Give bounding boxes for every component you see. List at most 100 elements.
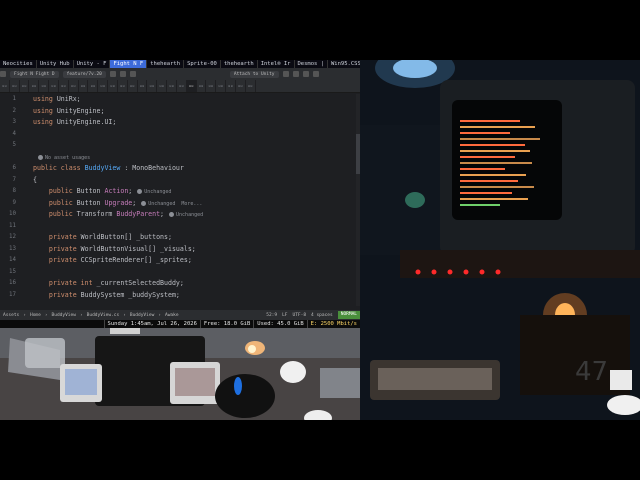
- code-line[interactable]: 12 private WorldButton[] _buttons;: [0, 232, 355, 244]
- breadcrumb-separator-icon: ›: [123, 312, 126, 318]
- file-tab[interactable]: ▫▫: [186, 80, 197, 92]
- window-tab[interactable]: Sprite-00: [184, 60, 221, 68]
- code-token: private: [33, 244, 81, 253]
- code-line[interactable]: 16 private int _currentSelectedBuddy;: [0, 278, 355, 290]
- file-tab[interactable]: ▫▫: [88, 80, 99, 92]
- window-tab[interactable]: Unity - F: [74, 60, 111, 68]
- file-tab[interactable]: ▫▫: [226, 80, 236, 92]
- file-tab[interactable]: ▫▫: [157, 80, 168, 92]
- project-selector[interactable]: Fight N Fight D: [10, 70, 59, 78]
- code-line[interactable]: 3 using UnityEngine.UI;: [0, 117, 355, 129]
- code-text: private WorldButton[] _buttons;: [33, 232, 172, 244]
- code-token: public class: [33, 164, 85, 172]
- window-tab[interactable]: Fight N F: [110, 60, 148, 68]
- window-tab[interactable]: Unity Hub: [37, 60, 74, 68]
- inlay-hint[interactable]: No asset usages: [45, 155, 90, 161]
- file-tab[interactable]: ▫▫: [49, 80, 59, 92]
- code-line[interactable]: 9 public Button Upgrade; Unchanged More..…: [0, 198, 355, 210]
- room-camera-feed: 47: [360, 60, 640, 420]
- window-tab[interactable]: Win95.CSS: [328, 60, 360, 68]
- file-tab[interactable]: ▫▫: [206, 80, 217, 92]
- network-speed: E: 2500 Mbit/s: [306, 320, 360, 328]
- code-text: private CCSpriteRenderer[] _sprites;: [33, 255, 192, 267]
- inlay-hint[interactable]: Unchanged: [176, 212, 203, 218]
- code-line[interactable]: 5: [0, 140, 355, 152]
- code-token: ;: [160, 210, 165, 218]
- file-tab[interactable]: ▫▫: [197, 80, 207, 92]
- window-tab[interactable]: Intel® Ir: [258, 60, 295, 68]
- file-tab[interactable]: ▫▫: [236, 80, 246, 92]
- run-icon[interactable]: [282, 71, 289, 77]
- file-tab[interactable]: ▫▫: [177, 80, 187, 92]
- file-tab[interactable]: ▫▫: [10, 80, 20, 92]
- window-tab[interactable]: Desmos |: [295, 60, 328, 68]
- breadcrumb-item[interactable]: BuddyView: [130, 313, 154, 318]
- file-tab[interactable]: ▫▫: [128, 80, 138, 92]
- file-tab[interactable]: ▫▫: [216, 80, 227, 92]
- file-tab[interactable]: ▫▫: [0, 80, 10, 92]
- file-tab[interactable]: ▫▫: [29, 80, 40, 92]
- code-line[interactable]: 8 public Button Action; Unchanged: [0, 186, 355, 198]
- file-tab[interactable]: ▫▫: [147, 80, 158, 92]
- breadcrumb-item[interactable]: Awake: [165, 313, 179, 318]
- file-tab[interactable]: ▫▫: [79, 80, 89, 92]
- code-token: : MonoBehaviour: [120, 164, 184, 172]
- code-line[interactable]: 2 using UnityEngine;: [0, 106, 355, 118]
- line-number: 10: [9, 211, 16, 217]
- file-tab-strip: (function(){ var s=document.currentScrip…: [0, 80, 360, 93]
- line-separator[interactable]: LF: [282, 313, 287, 318]
- debug-icon[interactable]: [292, 71, 299, 77]
- code-line[interactable]: 17 private BuddySystem _buddySystem;: [0, 290, 355, 302]
- code-line[interactable]: 7{: [0, 175, 355, 187]
- breadcrumb-item[interactable]: BuddyView: [52, 313, 76, 318]
- branch-selector[interactable]: feature/7v.20: [62, 70, 106, 78]
- search-icon[interactable]: [302, 71, 309, 77]
- file-tab[interactable]: ▫▫: [108, 80, 118, 92]
- code-line[interactable]: 1 using UniRx;: [0, 94, 355, 106]
- desk-scene: [0, 328, 360, 420]
- breadcrumb-item[interactable]: Home: [30, 313, 41, 318]
- window-tab[interactable]: thehearth: [221, 60, 258, 68]
- play-icon[interactable]: [109, 71, 116, 77]
- code-line[interactable]: 10 public Transform BuddyParent; Unchange…: [0, 209, 355, 221]
- file-tab[interactable]: ▫▫: [39, 80, 50, 92]
- code-line[interactable]: 14 private CCSpriteRenderer[] _sprites;: [0, 255, 355, 267]
- file-tab[interactable]: ▫▫: [138, 80, 148, 92]
- code-token: private: [33, 256, 81, 264]
- file-tab[interactable]: ▫▫: [118, 80, 128, 92]
- file-tab[interactable]: ▫▫: [20, 80, 30, 92]
- code-text: using UnityEngine.UI;: [33, 117, 116, 129]
- indent-setting[interactable]: 4 spaces: [311, 313, 333, 318]
- code-text: private int _currentSelectedBuddy;: [33, 278, 184, 290]
- code-line[interactable]: 15: [0, 267, 355, 279]
- code-line[interactable]: 6 public class BuddyView : MonoBehaviour: [0, 163, 355, 175]
- file-encoding[interactable]: UTF-8: [293, 313, 307, 318]
- breadcrumb-item[interactable]: Assets: [3, 313, 19, 318]
- step-icon[interactable]: [129, 71, 136, 77]
- code-token: BuddyParent: [116, 210, 161, 218]
- cursor-position[interactable]: 52:9: [266, 313, 277, 318]
- code-token: Upgrade: [104, 198, 133, 207]
- code-editor[interactable]: 1 using UniRx; 2 using UnityEngine; 3 using U…: [0, 94, 360, 306]
- settings-icon[interactable]: [312, 71, 319, 77]
- code-line[interactable]: 11: [0, 221, 355, 233]
- window-tab[interactable]: thehearth: [147, 60, 185, 68]
- attach-button[interactable]: Attach to Unity: [229, 70, 279, 78]
- menu-icon[interactable]: [0, 71, 6, 77]
- inlay-hint[interactable]: Unchanged More...: [148, 201, 202, 207]
- file-tab[interactable]: ▫▫: [246, 80, 256, 92]
- file-tab[interactable]: ▫▫: [167, 80, 177, 92]
- code-line[interactable]: 13 private WorldButtonVisual[] _visuals;: [0, 244, 355, 256]
- code-line[interactable]: 4: [0, 129, 355, 141]
- code-token: private: [33, 290, 81, 299]
- file-tab[interactable]: ▫▫: [59, 80, 69, 92]
- inlay-hint[interactable]: Unchanged: [144, 189, 171, 195]
- code-line[interactable]: No asset usages: [0, 152, 355, 164]
- file-tab[interactable]: ▫▫: [69, 80, 79, 92]
- crt-number: 47: [575, 357, 608, 387]
- pause-icon[interactable]: [119, 71, 126, 77]
- window-tab[interactable]: Neocities: [0, 60, 37, 68]
- breadcrumb-item[interactable]: BuddyView.cs: [87, 313, 120, 318]
- system-status-bar: Sunday 1:45am, Jul 26, 2026 Free: 18.0 G…: [0, 320, 360, 328]
- file-tab[interactable]: ▫▫: [98, 80, 109, 92]
